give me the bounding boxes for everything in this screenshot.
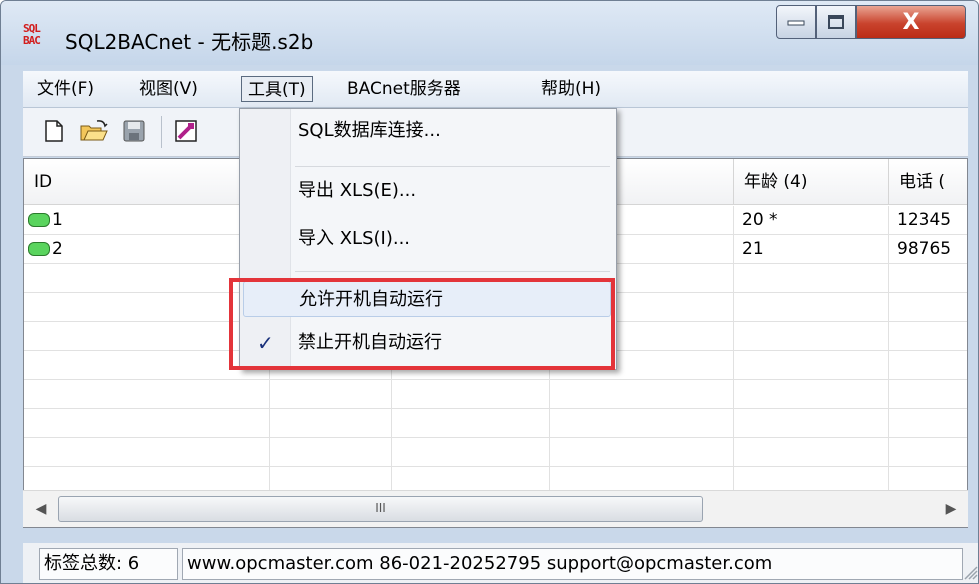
empty-cell xyxy=(24,380,270,408)
row-age-cell: 20 * xyxy=(734,206,889,234)
maximize-button[interactable] xyxy=(816,5,856,39)
open-file-button[interactable] xyxy=(79,118,108,144)
open-folder-icon xyxy=(80,120,108,141)
empty-cell xyxy=(24,438,270,466)
tag-icon xyxy=(28,213,50,227)
empty-cell xyxy=(24,351,270,379)
empty-cell xyxy=(734,264,889,292)
tag-icon xyxy=(28,242,50,256)
window-title: SQL2BACnet - 无标题.s2b xyxy=(65,30,314,54)
close-icon: X xyxy=(902,9,920,35)
menu-file[interactable]: 文件(F) xyxy=(31,76,100,102)
empty-cell xyxy=(550,438,734,466)
scroll-right-arrow-icon[interactable]: ▶ xyxy=(941,499,961,519)
empty-cell xyxy=(734,380,889,408)
menu-help[interactable]: 帮助(H) xyxy=(535,76,607,102)
close-button[interactable]: X xyxy=(856,5,966,39)
new-file-button[interactable] xyxy=(41,118,67,144)
horizontal-scrollbar[interactable]: ◀ III ▶ xyxy=(23,490,968,527)
maximize-icon xyxy=(828,15,844,29)
menu-separator xyxy=(295,166,610,167)
empty-cell xyxy=(270,409,392,437)
save-icon xyxy=(123,120,145,142)
tool-icon xyxy=(175,120,197,142)
new-file-icon xyxy=(45,120,63,142)
empty-cell xyxy=(24,409,270,437)
status-bar: 标签总数: 6 www.opcmaster.com 86-021-2025279… xyxy=(23,543,979,583)
empty-cell xyxy=(734,322,889,350)
empty-cell xyxy=(550,380,734,408)
status-tag-count: 标签总数: 6 xyxy=(39,548,178,580)
menu-tools[interactable]: 工具(T) xyxy=(241,76,313,102)
minimize-icon xyxy=(787,20,805,26)
save-button[interactable] xyxy=(121,118,147,144)
empty-cell xyxy=(270,438,392,466)
row-phone-cell: 98765 xyxy=(889,235,967,263)
empty-cell xyxy=(24,322,270,350)
empty-cell xyxy=(24,264,270,292)
empty-cell xyxy=(734,293,889,321)
empty-cell xyxy=(550,409,734,437)
row-id-cell: 2 xyxy=(24,235,270,263)
app-window: SQL BAC SQL2BACnet - 无标题.s2b X 文件(F) 视图(… xyxy=(0,0,979,584)
row-phone-cell: 12345 xyxy=(889,206,967,234)
scrollbar-thumb[interactable]: III xyxy=(58,496,703,522)
empty-cell xyxy=(734,438,889,466)
menu-bacnet-server[interactable]: BACnet服务器 xyxy=(341,76,467,102)
menu-item-enable-autostart[interactable]: 允许开机自动运行 xyxy=(243,281,611,317)
tools-dropdown-menu: SQL数据库连接... 导出 XLS(E)... 导入 XLS(I)... 允许… xyxy=(239,108,617,370)
status-info: www.opcmaster.com 86-021-20252795 suppor… xyxy=(182,548,963,580)
menu-item-disable-autostart[interactable]: ✓ 禁止开机自动运行 xyxy=(243,325,611,361)
column-header-id[interactable]: ID xyxy=(24,159,270,205)
menu-item-sql-connection[interactable]: SQL数据库连接... xyxy=(243,113,611,149)
empty-row xyxy=(24,438,967,467)
column-header-phone[interactable]: 电话 ( xyxy=(889,159,967,205)
menu-separator xyxy=(295,271,610,272)
menu-view[interactable]: 视图(V) xyxy=(133,76,204,102)
empty-cell xyxy=(392,409,550,437)
resize-grip-icon[interactable] xyxy=(963,565,979,581)
empty-row xyxy=(24,409,967,438)
empty-cell xyxy=(392,438,550,466)
empty-cell xyxy=(734,409,889,437)
menu-item-label: 禁止开机自动运行 xyxy=(298,332,442,353)
row-age-cell: 21 xyxy=(734,235,889,263)
title-bar: SQL BAC SQL2BACnet - 无标题.s2b X xyxy=(1,1,978,65)
empty-cell xyxy=(392,380,550,408)
row-id: 1 xyxy=(52,210,63,230)
checkmark-icon: ✓ xyxy=(257,331,274,355)
tool-button[interactable] xyxy=(173,118,199,144)
row-id-cell: 1 xyxy=(24,206,270,234)
menu-item-import-xls[interactable]: 导入 XLS(I)... xyxy=(243,221,611,257)
minimize-button[interactable] xyxy=(776,5,816,39)
column-header-age[interactable]: 年龄 (4) xyxy=(734,159,889,205)
app-logo-text-bottom: BAC xyxy=(23,34,41,47)
row-id: 2 xyxy=(52,239,63,259)
scroll-left-arrow-icon[interactable]: ◀ xyxy=(31,499,51,519)
empty-cell xyxy=(24,293,270,321)
app-logo-icon: SQL BAC xyxy=(23,23,53,49)
toolbar-separator xyxy=(161,116,162,148)
menu-bar: 文件(F) 视图(V) 工具(T) BACnet服务器 帮助(H) xyxy=(23,71,968,108)
empty-cell xyxy=(270,380,392,408)
empty-cell xyxy=(734,351,889,379)
empty-row xyxy=(24,380,967,409)
menu-item-export-xls[interactable]: 导出 XLS(E)... xyxy=(243,173,611,209)
